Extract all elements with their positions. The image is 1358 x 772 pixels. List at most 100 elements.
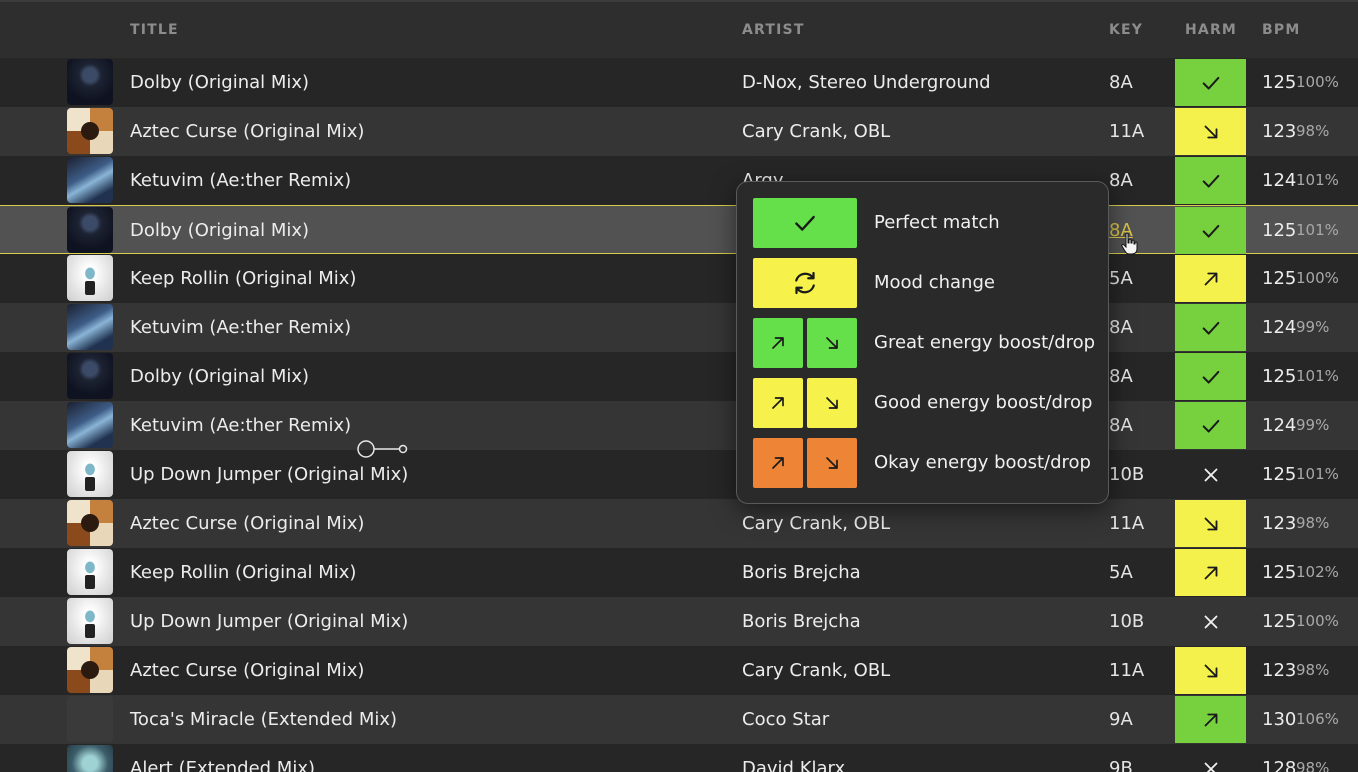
track-key: 8A xyxy=(1109,170,1133,191)
track-row[interactable]: Alert (Extended Mix) David Klarx 9B 128 98% xyxy=(0,744,1358,772)
harmonic-indicator xyxy=(1175,255,1246,302)
track-key: 5A xyxy=(1109,562,1133,583)
track-title: Ketuvim (Ae:ther Remix) xyxy=(130,317,352,338)
album-art xyxy=(67,353,113,399)
track-bpm: 125 xyxy=(1262,464,1297,485)
track-bpm: 125 xyxy=(1262,366,1297,387)
track-list: Dolby (Original Mix) D-Nox, Stereo Underg… xyxy=(0,58,1358,772)
column-header-title[interactable]: TITLE xyxy=(130,22,179,38)
track-title: Aztec Curse (Original Mix) xyxy=(130,121,365,142)
track-bpm: 125 xyxy=(1262,562,1297,583)
track-title: Keep Rollin (Original Mix) xyxy=(130,562,357,583)
check-icon xyxy=(1202,76,1219,90)
track-title: Aztec Curse (Original Mix) xyxy=(130,513,365,534)
track-key: 9A xyxy=(1109,709,1133,730)
track-bpm: 125 xyxy=(1262,72,1297,93)
track-row[interactable]: Ketuvim (Ae:ther Remix)Argy8A124101% xyxy=(0,156,1358,205)
album-art xyxy=(67,500,113,546)
harmonic-legend-popup: Perfect match Mood change Great energy b… xyxy=(736,181,1109,504)
tempo-percent: 100% xyxy=(1296,73,1339,91)
harmonic-indicator xyxy=(1175,500,1246,547)
good-drop-swatch xyxy=(807,378,857,428)
track-row[interactable]: Aztec Curse (Original Mix) Cary Crank, OB… xyxy=(0,646,1358,695)
column-header-bpm[interactable]: BPM xyxy=(1262,22,1300,38)
tempo-percent: 98% xyxy=(1296,661,1330,679)
legend-label: Perfect match xyxy=(874,212,1000,233)
cross-icon xyxy=(1204,468,1217,481)
arrow-down-right-icon xyxy=(826,337,838,349)
legend-label: Okay energy boost/drop xyxy=(874,452,1091,473)
album-art xyxy=(67,402,113,448)
track-title: Keep Rollin (Original Mix) xyxy=(130,268,357,289)
track-row[interactable]: Toca's Miracle (Extended Mix) Coco Star 9A… xyxy=(0,695,1358,744)
arrow-down-right-icon xyxy=(1204,125,1217,138)
legend-label: Great energy boost/drop xyxy=(874,332,1096,353)
album-art xyxy=(67,696,113,742)
track-key: 11A xyxy=(1109,513,1145,534)
track-artist: Cary Crank, OBL xyxy=(742,513,891,534)
drag-handle[interactable] xyxy=(356,440,410,458)
track-artist: Boris Brejcha xyxy=(742,611,861,632)
tempo-percent: 106% xyxy=(1296,710,1339,728)
track-row[interactable]: Aztec Curse (Original Mix) Cary Crank, OB… xyxy=(0,107,1358,156)
tempo-percent: 101% xyxy=(1296,221,1339,239)
harmonic-indicator xyxy=(1175,451,1246,498)
column-header-key[interactable]: KEY xyxy=(1109,22,1143,38)
tempo-percent: 99% xyxy=(1296,318,1330,336)
legend-label: Good energy boost/drop xyxy=(874,392,1093,413)
track-bpm: 123 xyxy=(1262,660,1297,681)
check-icon xyxy=(1202,174,1219,188)
track-row[interactable]: Ketuvim (Ae:ther Remix) 8A 124 99% xyxy=(0,401,1358,450)
track-title: Ketuvim (Ae:ther Remix) xyxy=(130,170,352,191)
okay-drop-swatch xyxy=(807,438,857,488)
track-row[interactable]: Up Down Jumper (Original Mix) 10B 125 101% xyxy=(0,450,1358,499)
tempo-percent: 99% xyxy=(1296,416,1330,434)
track-bpm: 130 xyxy=(1262,709,1297,730)
track-artist: Cary Crank, OBL xyxy=(742,121,891,142)
track-row[interactable]: Dolby (Original Mix) 8A 125 101% xyxy=(0,205,1358,254)
track-bpm: 125 xyxy=(1262,611,1297,632)
track-row[interactable]: Keep Rollin (Original Mix) Boris Brejcha 5… xyxy=(0,548,1358,597)
track-bpm: 125 xyxy=(1262,220,1297,241)
check-icon xyxy=(1202,419,1219,433)
track-title: Dolby (Original Mix) xyxy=(130,220,310,241)
legend-row-great-energy: Great energy boost/drop xyxy=(753,318,1096,368)
track-row[interactable]: Aztec Curse (Original Mix) Cary Crank, OB… xyxy=(0,499,1358,548)
check-icon xyxy=(795,215,815,231)
harmonic-indicator xyxy=(1175,598,1246,645)
track-row[interactable]: Dolby (Original Mix) D-Nox, Stereo Underg… xyxy=(0,58,1358,107)
track-key: 10B xyxy=(1109,464,1145,485)
track-row[interactable]: Up Down Jumper (Original Mix) Boris Brejc… xyxy=(0,597,1358,646)
tempo-percent: 100% xyxy=(1296,612,1339,630)
track-title: Dolby (Original Mix) xyxy=(130,366,310,387)
track-artist: D-Nox, Stereo Underground xyxy=(742,72,991,93)
great-drop-swatch xyxy=(807,318,857,368)
harmonic-indicator xyxy=(1175,745,1246,772)
arrow-down-right-icon xyxy=(1204,664,1217,677)
track-key: 11A xyxy=(1109,121,1145,142)
harmonic-indicator xyxy=(1175,696,1246,743)
track-bpm: 128 xyxy=(1262,758,1297,772)
arrow-up-right-icon xyxy=(1204,566,1217,579)
track-key: 8A xyxy=(1109,366,1133,387)
album-art xyxy=(67,647,113,693)
legend-row-perfect-match: Perfect match xyxy=(753,198,1093,248)
check-icon xyxy=(1202,370,1219,384)
good-boost-swatch xyxy=(753,378,803,428)
harmonic-indicator xyxy=(1175,549,1246,596)
track-row[interactable]: Keep Rollin (Original Mix) 5A 125 100% xyxy=(0,254,1358,303)
track-key: 9B xyxy=(1109,758,1133,772)
track-row[interactable]: Dolby (Original Mix) 8A 125 101% xyxy=(0,352,1358,401)
album-art xyxy=(67,451,113,497)
track-bpm: 123 xyxy=(1262,513,1297,534)
album-art xyxy=(67,255,113,301)
column-header-artist[interactable]: ARTIST xyxy=(742,22,805,38)
tempo-percent: 98% xyxy=(1296,759,1330,772)
column-header-harm[interactable]: HARM xyxy=(1185,22,1237,38)
arrow-down-right-icon xyxy=(826,397,838,409)
arrow-up-right-icon xyxy=(772,457,784,469)
track-title: Dolby (Original Mix) xyxy=(130,72,310,93)
cross-icon xyxy=(1204,762,1217,772)
arrow-up-right-icon xyxy=(772,337,784,349)
track-row[interactable]: Ketuvim (Ae:ther Remix) 8A 124 99% xyxy=(0,303,1358,352)
